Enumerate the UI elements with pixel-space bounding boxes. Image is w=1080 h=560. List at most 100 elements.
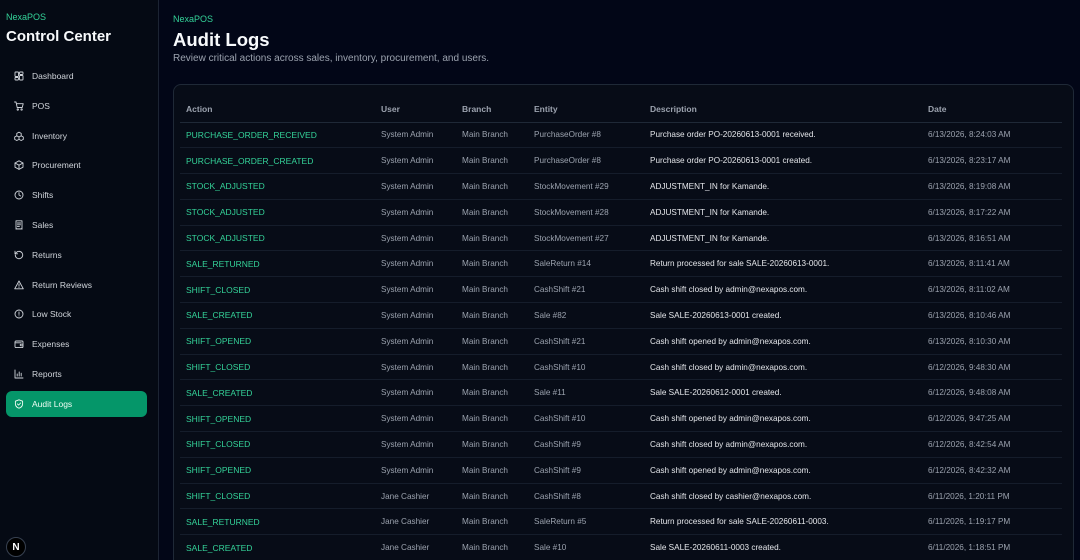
sidebar-item-returns[interactable]: Returns xyxy=(6,242,147,268)
cell-date: 6/13/2026, 8:10:30 AM xyxy=(922,328,1062,355)
table-row[interactable]: SHIFT_CLOSED Jane Cashier Main Branch CashS… xyxy=(180,483,1062,510)
alert-circle-icon xyxy=(14,309,24,319)
cell-description: ADJUSTMENT_IN for Kamande. xyxy=(644,199,922,226)
bar-chart-icon xyxy=(14,369,24,379)
sidebar-item-low-stock[interactable]: Low Stock xyxy=(6,301,147,327)
cell-entity: Sale #10 xyxy=(528,534,644,560)
cell-description: Cash shift opened by admin@nexapos.com. xyxy=(644,328,922,355)
table-row[interactable]: SALE_CREATED Jane Cashier Main Branch Sale … xyxy=(180,534,1062,560)
table-row[interactable]: STOCK_ADJUSTED System Admin Main Branch Sto… xyxy=(180,173,1062,200)
table-row[interactable]: SALE_CREATED System Admin Main Branch Sale … xyxy=(180,379,1062,407)
cell-user: System Admin xyxy=(375,147,456,175)
sidebar-item-return-reviews[interactable]: Return Reviews xyxy=(6,272,147,298)
audit-log-card: Action User Branch Entity Description Date PU… xyxy=(173,84,1074,560)
cell-branch: Main Branch xyxy=(456,483,528,510)
cell-action: SHIFT_CLOSED xyxy=(180,276,375,304)
sidebar-item-audit-logs[interactable]: Audit Logs xyxy=(6,390,147,417)
shield-icon xyxy=(14,399,24,409)
table-row[interactable]: SHIFT_OPENED System Admin Main Branch CashS… xyxy=(180,457,1062,484)
cell-date: 6/13/2026, 8:11:02 AM xyxy=(922,276,1062,304)
cell-branch: Main Branch xyxy=(456,199,528,226)
column-header-action: Action xyxy=(180,96,375,123)
cell-date: 6/12/2026, 9:48:30 AM xyxy=(922,354,1062,381)
cell-user: System Admin xyxy=(375,199,456,226)
cell-branch: Main Branch xyxy=(456,431,528,458)
cell-entity: CashShift #9 xyxy=(528,457,644,484)
cell-description: Return processed for sale SALE-20260613-… xyxy=(644,250,922,278)
cell-entity: CashShift #9 xyxy=(528,431,644,458)
cell-date: 6/12/2026, 9:47:25 AM xyxy=(922,405,1062,433)
table-row[interactable]: SALE_RETURNED Jane Cashier Main Branch Sale… xyxy=(180,508,1062,536)
cell-action: SALE_CREATED xyxy=(180,534,375,560)
cell-entity: CashShift #10 xyxy=(528,405,644,433)
sidebar-item-dashboard[interactable]: Dashboard xyxy=(6,63,147,89)
table-row[interactable]: PURCHASE_ORDER_CREATED System Admin Main B… xyxy=(180,147,1062,175)
page-title: Audit Logs xyxy=(173,29,270,50)
table-row[interactable]: SHIFT_OPENED System Admin Main Branch CashS… xyxy=(180,328,1062,355)
sidebar-item-inventory[interactable]: Inventory xyxy=(6,123,147,149)
wallet-icon xyxy=(14,339,24,349)
cell-action: SHIFT_CLOSED xyxy=(180,483,375,510)
boxes-icon xyxy=(14,131,24,141)
cell-entity: StockMovement #28 xyxy=(528,199,644,226)
sidebar-item-expenses[interactable]: Expenses xyxy=(6,331,147,357)
cell-description: Cash shift closed by cashier@nexapos.com… xyxy=(644,483,922,510)
table-row[interactable]: STOCK_ADJUSTED System Admin Main Branch Sto… xyxy=(180,199,1062,226)
cell-user: System Admin xyxy=(375,457,456,484)
cell-entity: CashShift #8 xyxy=(528,483,644,510)
cell-action: SHIFT_CLOSED xyxy=(180,354,375,381)
sidebar-item-pos[interactable]: POS xyxy=(6,93,147,119)
table-row[interactable]: SHIFT_CLOSED System Admin Main Branch CashS… xyxy=(180,354,1062,381)
cell-date: 6/11/2026, 1:20:11 PM xyxy=(922,483,1062,510)
table-row[interactable]: STOCK_ADJUSTED System Admin Main Branch Sto… xyxy=(180,225,1062,252)
cell-entity: PurchaseOrder #8 xyxy=(528,147,644,175)
cell-entity: Sale #82 xyxy=(528,302,644,329)
cell-description: ADJUSTMENT_IN for Kamande. xyxy=(644,225,922,252)
page-subtitle: Review critical actions across sales, in… xyxy=(173,53,490,64)
cell-user: System Admin xyxy=(375,276,456,304)
sidebar-title: Control Center xyxy=(6,28,111,45)
cell-date: 6/12/2026, 8:42:54 AM xyxy=(922,431,1062,458)
framework-badge[interactable]: N xyxy=(6,537,26,557)
table-row[interactable]: SALE_RETURNED System Admin Main Branch Sale… xyxy=(180,250,1062,278)
cell-description: Cash shift closed by admin@nexapos.com. xyxy=(644,276,922,304)
table-row[interactable]: SHIFT_CLOSED System Admin Main Branch CashS… xyxy=(180,276,1062,304)
sidebar-item-label: Low Stock xyxy=(32,309,72,320)
cell-description: Sale SALE-20260612-0001 created. xyxy=(644,379,922,407)
table-row[interactable]: SHIFT_OPENED System Admin Main Branch CashS… xyxy=(180,405,1062,433)
cell-user: Jane Cashier xyxy=(375,534,456,560)
cart-icon xyxy=(14,101,24,111)
cell-date: 6/13/2026, 8:24:03 AM xyxy=(922,122,1062,149)
cell-date: 6/11/2026, 1:19:17 PM xyxy=(922,508,1062,536)
column-header-description: Description xyxy=(644,96,922,123)
sidebar-item-procurement[interactable]: Procurement xyxy=(6,152,147,178)
dashboard-icon xyxy=(14,71,24,81)
table-row[interactable]: SALE_CREATED System Admin Main Branch Sale … xyxy=(180,302,1062,329)
table-row[interactable]: SHIFT_CLOSED System Admin Main Branch CashS… xyxy=(180,431,1062,458)
cell-date: 6/13/2026, 8:16:51 AM xyxy=(922,225,1062,252)
cell-entity: PurchaseOrder #8 xyxy=(528,122,644,149)
cell-description: Sale SALE-20260613-0001 created. xyxy=(644,302,922,329)
sidebar-item-label: Dashboard xyxy=(32,71,74,81)
sidebar-item-sales[interactable]: Sales xyxy=(6,212,147,238)
cell-action: SALE_RETURNED xyxy=(180,250,375,278)
table-row[interactable]: PURCHASE_ORDER_RECEIVED System Admin Main … xyxy=(180,122,1062,149)
cell-entity: StockMovement #27 xyxy=(528,225,644,252)
sidebar-item-label: Procurement xyxy=(32,160,81,171)
sidebar: NexaPOS Control Center Dashboard POS Inven… xyxy=(0,0,159,560)
cell-user: System Admin xyxy=(375,379,456,407)
column-header-branch: Branch xyxy=(456,96,528,123)
breadcrumb[interactable]: NexaPOS xyxy=(173,14,213,24)
sidebar-item-reports[interactable]: Reports xyxy=(6,361,147,387)
cell-description: Cash shift opened by admin@nexapos.com. xyxy=(644,457,922,484)
cell-date: 6/13/2026, 8:10:46 AM xyxy=(922,302,1062,329)
cell-action: SALE_CREATED xyxy=(180,379,375,407)
sidebar-item-shifts[interactable]: Shifts xyxy=(6,182,147,208)
cell-branch: Main Branch xyxy=(456,354,528,381)
cell-branch: Main Branch xyxy=(456,302,528,329)
column-header-date: Date xyxy=(922,96,1062,123)
cell-entity: CashShift #21 xyxy=(528,276,644,304)
cell-branch: Main Branch xyxy=(456,328,528,355)
cell-user: System Admin xyxy=(375,354,456,381)
rotate-icon xyxy=(14,250,24,260)
